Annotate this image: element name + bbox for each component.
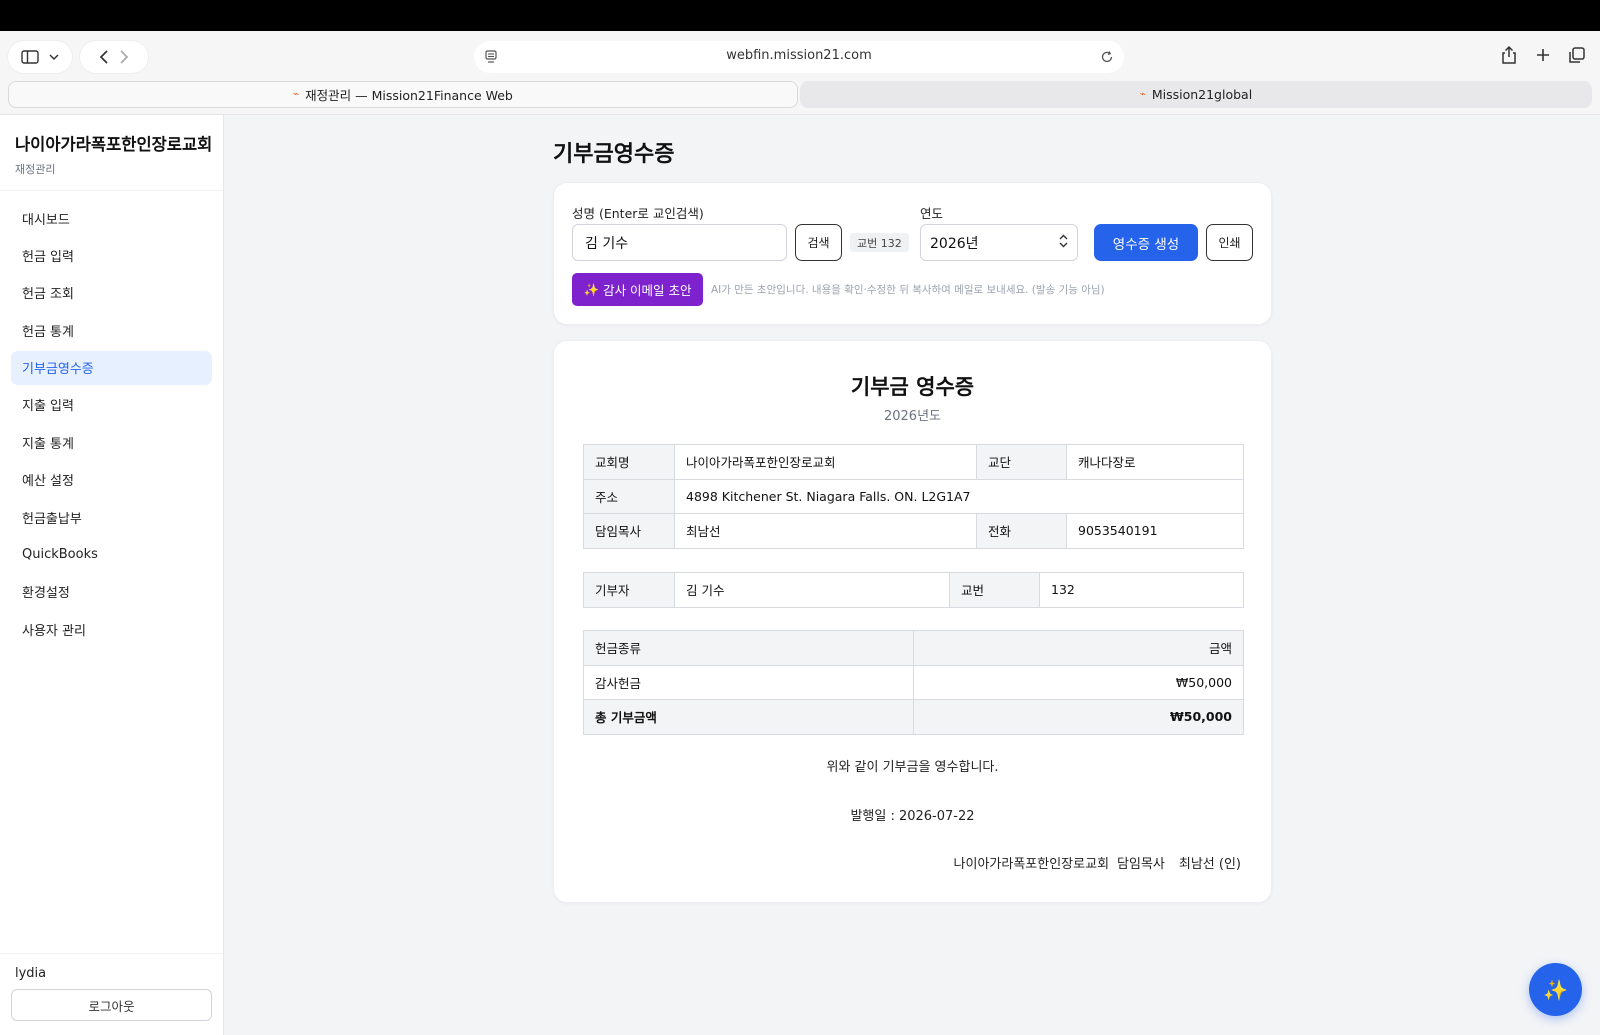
year-label: 연도 xyxy=(920,206,944,221)
donor-info-table: 기부자 김 기수 교번 132 xyxy=(583,572,1244,608)
new-tab-icon[interactable] xyxy=(1534,45,1552,69)
sparkles-icon: ✨ xyxy=(583,281,600,297)
amount-cell: ₩50,000 xyxy=(913,664,1244,700)
search-button[interactable]: 검색 xyxy=(795,224,842,261)
generate-receipt-button[interactable]: 영수증 생성 xyxy=(1094,224,1198,261)
receipt-year: 2026년도 xyxy=(883,409,941,424)
donor-value: 김 기수 xyxy=(674,572,950,608)
receipt-statement: 위와 같이 기부금을 영수합니다. xyxy=(826,760,999,775)
url-text: webfin.mission21.com xyxy=(726,48,872,63)
year-select[interactable]: 2026년 xyxy=(920,224,1078,261)
signature-role: 담임목사 xyxy=(1117,857,1165,872)
offering-type-header: 헌금종류 xyxy=(583,630,914,666)
sidebar-item-budget[interactable]: 예산 설정 xyxy=(11,463,212,497)
favicon-icon: ⌁ xyxy=(293,89,300,100)
sidebar: 나이아가라폭포한인장로교회 재정관리 대시보드 헌금 입력 헌금 조회 헌금 통… xyxy=(0,115,224,1035)
sidebar-toggle-button[interactable] xyxy=(8,41,72,73)
favicon-icon: ⌁ xyxy=(1139,89,1146,100)
pastor-label: 담임목사 xyxy=(583,513,675,549)
offering-table: 헌금종류 금액 감사헌금 ₩50,000 총 기부금액 ₩50,000 xyxy=(583,630,1244,735)
brand: 나이아가라폭포한인장로교회 재정관리 xyxy=(0,115,223,191)
table-header-row: 헌금종류 금액 xyxy=(583,630,1244,666)
tab-title: Mission21global xyxy=(1151,87,1253,102)
receipt-card: 기부금 영수증 2026년도 교회명 나이아가라폭포한인장로교회 교단 캐나다장… xyxy=(553,340,1272,903)
tab-overview-icon[interactable] xyxy=(1568,45,1586,69)
select-arrows-icon xyxy=(1059,234,1068,252)
signature-line: 나이아가라폭포한인장로교회 담임목사 최남선 (인) xyxy=(954,853,1241,872)
church-name: 나이아가라폭포한인장로교회 xyxy=(15,135,213,154)
tab-finance[interactable]: ⌁ 재정관리 — Mission21Finance Web xyxy=(8,81,798,108)
total-value: ₩50,000 xyxy=(913,699,1244,735)
phone-label: 전화 xyxy=(976,513,1067,549)
sidebar-item-offering-stats[interactable]: 헌금 통계 xyxy=(11,313,212,347)
forward-arrow-icon[interactable] xyxy=(119,50,129,64)
sidebar-item-ledger[interactable]: 헌금출납부 xyxy=(11,500,212,534)
page-title: 기부금영수증 xyxy=(553,142,675,167)
table-row: 기부자 김 기수 교번 132 xyxy=(583,572,1244,608)
back-arrow-icon[interactable] xyxy=(99,50,109,64)
email-draft-note: AI가 만든 초안입니다. 내용을 확인·수정한 뒤 복사하여 메일로 보내세요… xyxy=(711,284,1105,296)
member-no-value: 132 xyxy=(1039,572,1244,608)
tab-global[interactable]: ⌁ Mission21global xyxy=(800,81,1592,108)
nav-buttons xyxy=(80,41,148,73)
church-value: 나이아가라폭포한인장로교회 xyxy=(674,444,977,480)
app-subtitle: 재정관리 xyxy=(15,163,56,176)
ai-assistant-button[interactable]: ✨ xyxy=(1529,963,1582,1016)
year-value: 2026년 xyxy=(930,235,979,252)
sparkles-icon: ✨ xyxy=(1543,977,1568,1002)
top-black-bar xyxy=(0,0,1600,31)
browser-actions xyxy=(1500,45,1586,69)
signature-name: 최남선 (인) xyxy=(1178,857,1241,872)
sidebar-item-users[interactable]: 사용자 관리 xyxy=(11,612,212,646)
denomination-value: 캐나다장로 xyxy=(1066,444,1244,480)
denomination-label: 교단 xyxy=(976,444,1067,480)
sidebar-item-offering-search[interactable]: 헌금 조회 xyxy=(11,276,212,310)
print-button[interactable]: 인쇄 xyxy=(1206,224,1253,261)
table-row: 주소 4898 Kitchener St. Niagara Falls. ON.… xyxy=(583,478,1244,514)
offering-type-cell: 감사헌금 xyxy=(583,664,914,700)
issue-date: 발행일 : 2026-07-22 xyxy=(850,809,975,824)
pastor-value: 최남선 xyxy=(674,513,977,549)
table-row: 감사헌금 ₩50,000 xyxy=(583,664,1244,700)
chevron-down-icon xyxy=(49,53,59,61)
receipt-title: 기부금 영수증 xyxy=(850,375,975,399)
user-name: lydia xyxy=(15,966,47,981)
receipt-form-card: 성명 (Enter로 교인검색) 김 기수 검색 교번 132 연도 2026년… xyxy=(553,182,1272,325)
member-no-label: 교번 xyxy=(949,572,1040,608)
signature-church: 나이아가라폭포한인장로교회 xyxy=(953,857,1110,872)
sidebar-item-settings[interactable]: 환경설정 xyxy=(11,575,212,609)
tab-title: 재정관리 — Mission21Finance Web xyxy=(305,88,513,103)
sidebar-item-expense-stats[interactable]: 지출 통계 xyxy=(11,425,212,459)
address-value: 4898 Kitchener St. Niagara Falls. ON. L2… xyxy=(674,478,1244,514)
member-number-badge: 교번 132 xyxy=(850,233,909,252)
sidebar-item-expense-input[interactable]: 지출 입력 xyxy=(11,388,212,422)
sidebar-item-dashboard[interactable]: 대시보드 xyxy=(11,201,212,235)
sidebar-item-offering-input[interactable]: 헌금 입력 xyxy=(11,238,212,272)
browser-chrome: webfin.mission21.com ⌁ 재정관리 — Mission21F… xyxy=(0,31,1600,115)
email-draft-label: 감사 이메일 초안 xyxy=(603,283,692,298)
table-row: 교회명 나이아가라폭포한인장로교회 교단 캐나다장로 xyxy=(583,444,1244,480)
church-label: 교회명 xyxy=(583,444,675,480)
address-bar[interactable]: webfin.mission21.com xyxy=(474,41,1124,73)
share-icon[interactable] xyxy=(1500,45,1518,69)
donor-label: 기부자 xyxy=(583,572,675,608)
reload-icon[interactable] xyxy=(1100,49,1114,68)
total-row: 총 기부금액 ₩50,000 xyxy=(583,699,1244,735)
total-label: 총 기부금액 xyxy=(583,699,914,735)
address-label: 주소 xyxy=(583,478,675,514)
table-row: 담임목사 최남선 전화 9053540191 xyxy=(583,513,1244,549)
sidebar-item-donation-receipt[interactable]: 기부금영수증 xyxy=(11,350,212,385)
sidebar-item-quickbooks[interactable]: QuickBooks xyxy=(11,538,212,572)
sidebar-icon xyxy=(21,50,39,64)
name-input[interactable]: 김 기수 xyxy=(572,224,787,261)
phone-value: 9053540191 xyxy=(1066,513,1244,549)
church-info-table: 교회명 나이아가라폭포한인장로교회 교단 캐나다장로 주소 4898 Kitch… xyxy=(583,444,1244,549)
sidebar-footer: lydia 로그아웃 xyxy=(0,953,223,1035)
email-draft-button[interactable]: ✨ 감사 이메일 초안 xyxy=(572,273,703,306)
name-label: 성명 (Enter로 교인검색) xyxy=(572,206,704,221)
logout-button[interactable]: 로그아웃 xyxy=(11,989,212,1021)
amount-header: 금액 xyxy=(913,630,1244,666)
sidebar-nav: 대시보드 헌금 입력 헌금 조회 헌금 통계 기부금영수증 지출 입력 지출 통… xyxy=(0,191,223,660)
